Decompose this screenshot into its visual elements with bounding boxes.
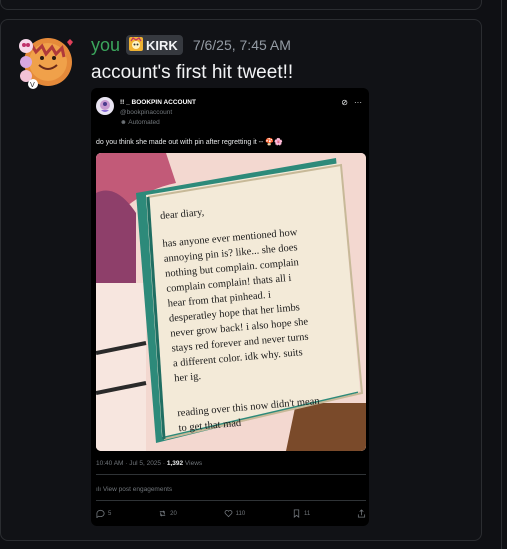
message-header: you KIRK 7/6/25, 7:45 AM	[91, 34, 291, 56]
tweet-text: do you think she made out with pin after…	[96, 139, 283, 146]
analytics-icon: ılı	[96, 486, 103, 493]
divider	[96, 474, 366, 475]
divider	[96, 500, 366, 501]
tweet-engagements: ılı View post engagements	[96, 486, 173, 493]
role-badge-label: KIRK	[146, 37, 178, 53]
heart-icon	[224, 510, 232, 518]
tweet-top-icons: ⊘ ···	[341, 98, 362, 107]
repost-icon	[159, 510, 166, 517]
tweet-screenshot-attachment[interactable]: !! _ BOOKPIN ACCOUNT @bookpinaccount ☻ A…	[91, 88, 369, 526]
tweet-time: 10:40 AM · Jul 5, 2025 ·	[96, 460, 167, 467]
role-icon	[129, 36, 144, 54]
author-name[interactable]: you	[91, 35, 120, 56]
share-icon	[357, 509, 366, 518]
role-badge[interactable]: KIRK	[126, 35, 183, 55]
like-action: 110	[224, 509, 245, 518]
reply-action: 5	[96, 509, 111, 518]
tweet-display-name: !! _ BOOKPIN ACCOUNT	[120, 99, 196, 106]
bookmark-action: 11	[292, 509, 310, 518]
scrollbar-track[interactable]	[501, 0, 507, 549]
scrollbar-thumb[interactable]	[501, 0, 506, 549]
message-text: account's first hit tweet!!	[91, 62, 294, 83]
grok-icon: ⊘	[341, 98, 348, 107]
tweet-actions: 5 20 110 11	[96, 509, 366, 518]
bookmark-icon	[293, 509, 300, 518]
reply-icon	[96, 509, 105, 518]
tweet-meta: 10:40 AM · Jul 5, 2025 · 1,392 Views	[96, 460, 202, 467]
message-timestamp: 7/6/25, 7:45 AM	[192, 37, 291, 53]
tweet-automated-label: ☻ Automated	[120, 119, 160, 126]
svg-text:V: V	[30, 81, 35, 89]
tweet-handle: @bookpinaccount	[120, 109, 173, 116]
user-avatar[interactable]: V	[17, 32, 75, 90]
tweet-views-count: 1,392	[166, 460, 184, 467]
message-card: V you KIRK 7/6/25, 7:45 AM account's fir…	[0, 19, 482, 541]
previous-message-card	[0, 0, 482, 10]
tweet-views-label: Views	[183, 460, 203, 467]
diary-line-10: her ig.	[174, 371, 202, 384]
more-icon: ···	[354, 98, 362, 107]
repost-action: 20	[158, 509, 177, 518]
tweet-author-avatar	[96, 97, 114, 115]
tweet-image: dear diary, has anyone ever mentioned ho…	[96, 153, 366, 451]
share-action	[357, 509, 366, 518]
